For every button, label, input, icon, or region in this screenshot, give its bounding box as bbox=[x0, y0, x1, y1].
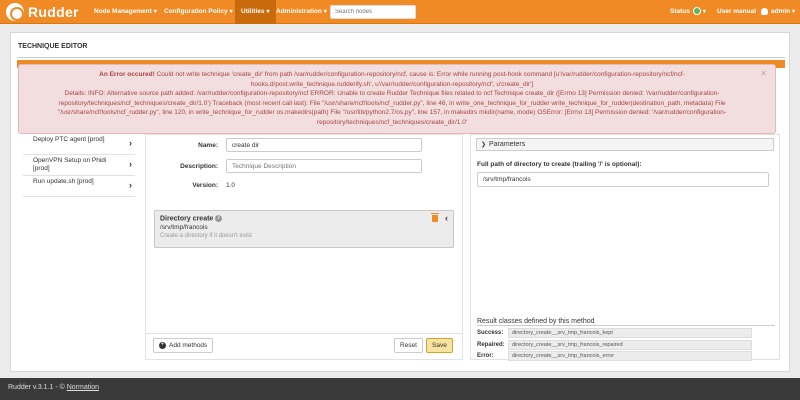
result-label: Success: bbox=[477, 330, 504, 336]
search-nodes-input[interactable] bbox=[330, 5, 416, 19]
description-row: Description: bbox=[156, 159, 422, 173]
rudder-logo-icon bbox=[6, 3, 24, 21]
version-text: Rudder v.3.1.1 - © bbox=[8, 384, 65, 391]
editor-action-bar: + Add methods Reset Save bbox=[145, 333, 463, 358]
menu-label: Administration bbox=[276, 8, 322, 15]
brand-name: Rudder bbox=[28, 4, 79, 20]
error-line: "/usr/share/ncf/tools/ncf_rudder.py", li… bbox=[57, 109, 726, 116]
chevron-down-icon: ▾ bbox=[229, 9, 233, 15]
result-classes-title: Result classes defined by this method bbox=[477, 318, 595, 325]
result-class-value[interactable]: directory_create__srv_tmp_francois_error bbox=[508, 351, 752, 361]
result-row-success: Success: directory_create__srv_tmp_franc… bbox=[477, 328, 752, 338]
method-description: Create a directory if it doesn't exist bbox=[160, 233, 252, 240]
user-manual-label: User manual bbox=[717, 8, 757, 15]
technique-item-openvpn-setup[interactable]: OpenVPN Setup on Phidi [prod] › bbox=[23, 155, 135, 176]
error-heading: An Error occured! bbox=[99, 71, 155, 78]
menu-label: Node Management bbox=[94, 8, 152, 15]
description-label: Description: bbox=[180, 162, 218, 170]
method-parameters-column: ❯ Parameters Full path of directory to cr… bbox=[470, 134, 780, 361]
result-class-value[interactable]: directory_create__srv_tmp_francois_kept bbox=[508, 328, 752, 338]
normation-link[interactable]: Normation bbox=[67, 384, 99, 391]
status-ok-icon bbox=[692, 7, 701, 16]
parameters-section-header[interactable]: ❯ Parameters bbox=[476, 138, 774, 151]
technique-item-deploy-ptc-agent[interactable]: Deploy PTC agent [prod] › bbox=[23, 134, 135, 155]
method-title: Directory create i bbox=[160, 215, 448, 222]
status-label: Status bbox=[670, 8, 690, 15]
footer-version: Rudder v.3.1.1 - © Normation bbox=[8, 384, 99, 391]
path-parameter-label: Full path of directory to create (traili… bbox=[477, 161, 642, 168]
parameters-header-label: Parameters bbox=[489, 141, 526, 148]
result-label: Error: bbox=[477, 353, 494, 359]
path-parameter-input[interactable] bbox=[477, 172, 769, 187]
chevron-down-icon: ❯ bbox=[481, 142, 487, 148]
save-button[interactable]: Save bbox=[426, 338, 453, 353]
technique-name-input[interactable] bbox=[226, 138, 422, 152]
add-methods-button[interactable]: + Add methods bbox=[153, 338, 214, 353]
status-menu[interactable]: Status ▾ bbox=[664, 0, 712, 24]
error-line: hooks.d/post.write_technique.rudderify.s… bbox=[250, 80, 534, 88]
error-line: Details: INFO: Alternative source path a… bbox=[64, 90, 720, 97]
technique-item-label: Deploy PTC agent [prod] bbox=[33, 136, 105, 143]
chevron-left-icon[interactable]: ‹ bbox=[445, 213, 448, 223]
technique-description-input[interactable] bbox=[226, 159, 422, 173]
method-parameter: /srv/tmp/francois bbox=[160, 224, 208, 232]
name-row: Name: bbox=[156, 138, 422, 152]
info-icon[interactable]: i bbox=[215, 215, 223, 222]
menu-label: Configuration Policy bbox=[164, 8, 228, 15]
result-row-repaired: Repaired: directory_create__srv_tmp_fran… bbox=[477, 340, 752, 350]
chevron-right-icon: › bbox=[129, 180, 132, 190]
result-row-error: Error: directory_create__srv_tmp_francoi… bbox=[477, 351, 752, 361]
close-icon[interactable]: ✕ bbox=[760, 69, 767, 79]
chevron-right-icon: › bbox=[129, 138, 132, 148]
chevron-down-icon: ▾ bbox=[702, 9, 706, 15]
chevron-down-icon: ▾ bbox=[153, 9, 157, 15]
technique-list: Deploy PTC agent [prod] › OpenVPN Setup … bbox=[23, 134, 135, 197]
technique-item-label: Run update.sh [prod] bbox=[33, 178, 94, 185]
menu-configuration-policy[interactable]: Configuration Policy ▾ bbox=[158, 0, 239, 24]
name-label: Name: bbox=[198, 141, 218, 149]
result-classes-divider bbox=[477, 325, 775, 326]
title-divider bbox=[17, 57, 785, 58]
error-line: repository/techniques/ncf_techniques/cre… bbox=[316, 118, 468, 126]
result-label: Repaired: bbox=[477, 342, 505, 348]
technique-item-label: OpenVPN Setup on Phidi [prod] bbox=[33, 157, 107, 172]
footer: Rudder v.3.1.1 - © Normation bbox=[0, 378, 800, 400]
chevron-down-icon: ▾ bbox=[792, 9, 796, 15]
add-methods-label: Add methods bbox=[169, 342, 208, 349]
trash-icon[interactable] bbox=[431, 213, 439, 222]
reset-button[interactable]: Reset bbox=[394, 338, 423, 353]
menu-administration[interactable]: Administration ▾ bbox=[270, 0, 333, 24]
error-alert: An Error occured! Could not write techni… bbox=[18, 64, 776, 134]
user-menu[interactable]: admin ▾ bbox=[755, 0, 800, 24]
technique-item-run-update[interactable]: Run update.sh [prod] › bbox=[23, 176, 135, 197]
chevron-right-icon: › bbox=[129, 159, 132, 169]
method-card-directory-create[interactable]: Directory create i /srv/tmp/francois Crea… bbox=[154, 210, 454, 248]
version-label: Version: bbox=[192, 182, 218, 189]
rudder-logo[interactable]: Rudder bbox=[6, 3, 79, 21]
user-icon bbox=[761, 7, 768, 15]
method-title-text: Directory create bbox=[160, 215, 214, 223]
user-name: admin bbox=[771, 8, 791, 15]
technique-details-column: Name: Description: Version: 1.0 Director… bbox=[145, 134, 463, 360]
result-class-value[interactable]: directory_create__srv_tmp_francois_repai… bbox=[508, 340, 752, 350]
page-title: TECHNIQUE EDITOR bbox=[18, 43, 88, 50]
error-text: Could not write technique 'create_dir' f… bbox=[156, 71, 685, 78]
menu-node-management[interactable]: Node Management ▾ bbox=[88, 0, 163, 24]
error-line: An Error occured! Could not write techni… bbox=[33, 70, 751, 80]
version-row: Version: 1.0 bbox=[156, 182, 235, 189]
version-value: 1.0 bbox=[226, 182, 236, 189]
menu-label: Utilities bbox=[241, 8, 265, 15]
error-line: repository/techniques/ncf_techniques/cre… bbox=[58, 99, 726, 107]
top-navbar: Rudder Node Management ▾ Configuration Po… bbox=[0, 0, 800, 24]
chevron-down-icon: ▾ bbox=[323, 9, 327, 15]
plus-circle-icon: + bbox=[159, 341, 166, 349]
